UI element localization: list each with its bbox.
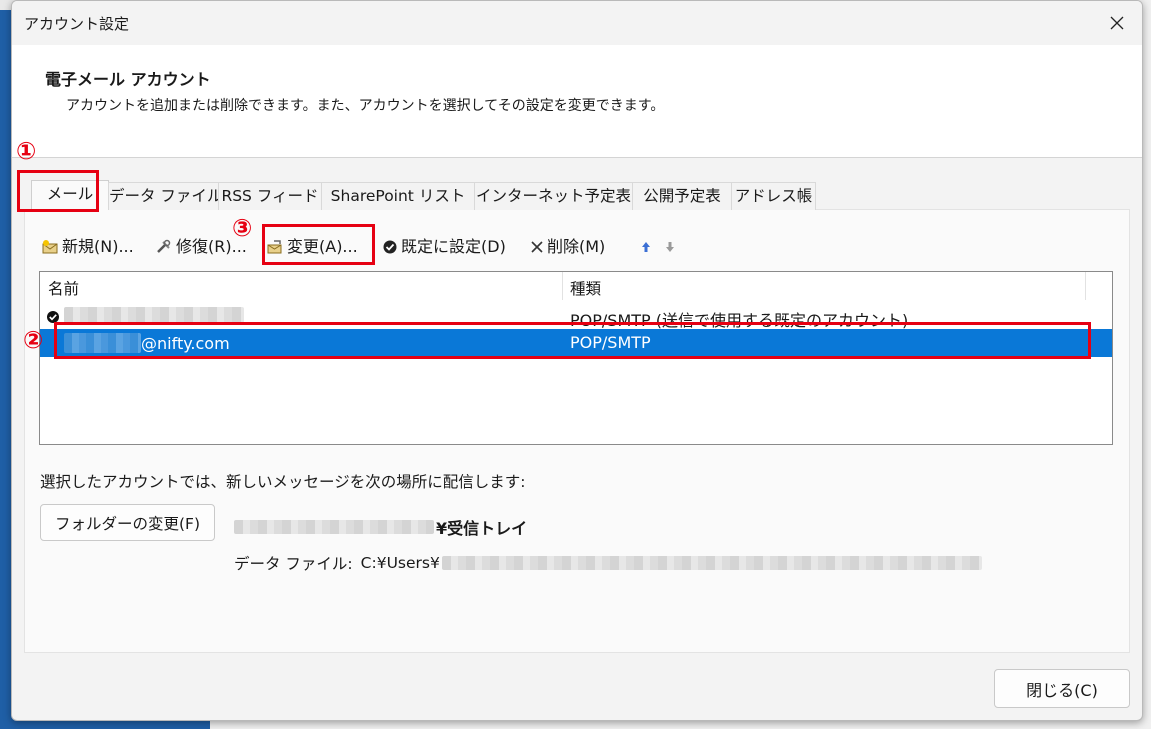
section-description: アカウントを追加または削除できます。また、アカウントを選択してその設定を変更でき… [66, 98, 665, 114]
change-settings-icon [266, 239, 284, 255]
column-divider[interactable] [562, 272, 563, 300]
close-icon [1110, 16, 1124, 30]
arrow-up-icon [642, 242, 650, 252]
change-folder-button[interactable]: フォルダーの変更(F) [40, 504, 215, 541]
tab-sharepoint-lists[interactable]: SharePoint リスト [321, 182, 475, 210]
move-up-button[interactable] [639, 239, 653, 255]
data-file-path-prefix: C:¥Users¥ [360, 554, 440, 572]
annotation-marker-3: ③ [232, 214, 253, 242]
redacted-email [64, 333, 141, 353]
column-header-name[interactable]: 名前 [48, 277, 79, 299]
repair-tools-icon [155, 239, 173, 255]
tab-mail[interactable]: メール [31, 180, 109, 210]
account-name: @nifty.com [64, 333, 230, 353]
inbox-folder-name: ¥受信トレイ [436, 519, 528, 538]
account-email-domain: @nifty.com [141, 333, 230, 353]
tab-rss-feeds[interactable]: RSS フィード [218, 182, 322, 210]
data-file-label: データ ファイル: [234, 555, 353, 573]
delete-x-icon [530, 240, 544, 254]
change-account-button[interactable]: 変更(A)... [266, 235, 358, 259]
account-list[interactable]: 名前 種類 POP/SMTP (送信で使用する既定のアカウント) @nifty.… [39, 271, 1113, 445]
account-type: POP/SMTP [570, 333, 651, 352]
close-window-button[interactable] [1098, 5, 1136, 41]
header-area: 電子メール アカウント アカウントを追加または削除できます。また、アカウントを選… [12, 45, 1142, 158]
set-default-button[interactable]: 既定に設定(D) [382, 235, 506, 259]
delivery-folder-path: ¥受信トレイ [234, 517, 528, 538]
account-row-selected[interactable]: @nifty.com POP/SMTP [40, 329, 1112, 357]
arrow-down-icon [666, 242, 674, 252]
delete-account-button[interactable]: 削除(M) [530, 235, 605, 259]
annotation-marker-1: ① [16, 137, 37, 165]
delete-account-label: 削除(M) [547, 237, 606, 256]
data-file-path: データ ファイル: C:¥Users¥ [234, 553, 982, 573]
new-mail-icon [41, 239, 59, 255]
new-account-label: 新規(N)... [62, 237, 134, 256]
column-header-type[interactable]: 種類 [570, 277, 601, 299]
tab-data-files[interactable]: データ ファイル [108, 182, 222, 210]
title-bar: アカウント設定 [12, 1, 1142, 45]
checkmark-circle-icon [382, 239, 398, 255]
window-title: アカウント設定 [24, 15, 130, 33]
account-type: POP/SMTP (送信で使用する既定のアカウント) [570, 311, 909, 330]
tab-address-books[interactable]: アドレス帳 [731, 182, 816, 210]
move-down-button[interactable] [663, 239, 677, 255]
account-list-header: 名前 種類 [40, 272, 1112, 300]
redacted-mailbox-name [234, 520, 434, 534]
delivery-description: 選択したアカウントでは、新しいメッセージを次の場所に配信します: [40, 473, 526, 491]
section-title: 電子メール アカウント [45, 70, 211, 89]
account-name [64, 307, 244, 323]
change-account-label: 変更(A)... [287, 237, 358, 256]
redacted-file-path [441, 556, 982, 570]
tab-published-calendars[interactable]: 公開予定表 [632, 182, 732, 210]
tab-internet-calendars[interactable]: インターネット予定表 [474, 182, 633, 210]
close-dialog-button[interactable]: 閉じる(C) [994, 669, 1130, 708]
redacted-email [64, 307, 244, 323]
column-divider[interactable] [1085, 272, 1086, 300]
account-row-default[interactable]: POP/SMTP (送信で使用する既定のアカウント) [40, 303, 1112, 331]
set-default-label: 既定に設定(D) [401, 237, 506, 256]
annotation-marker-2: ② [23, 326, 44, 354]
new-account-button[interactable]: 新規(N)... [41, 235, 134, 259]
default-account-check-icon [46, 309, 60, 328]
account-settings-dialog: アカウント設定 電子メール アカウント アカウントを追加または削除できます。また… [11, 0, 1143, 721]
